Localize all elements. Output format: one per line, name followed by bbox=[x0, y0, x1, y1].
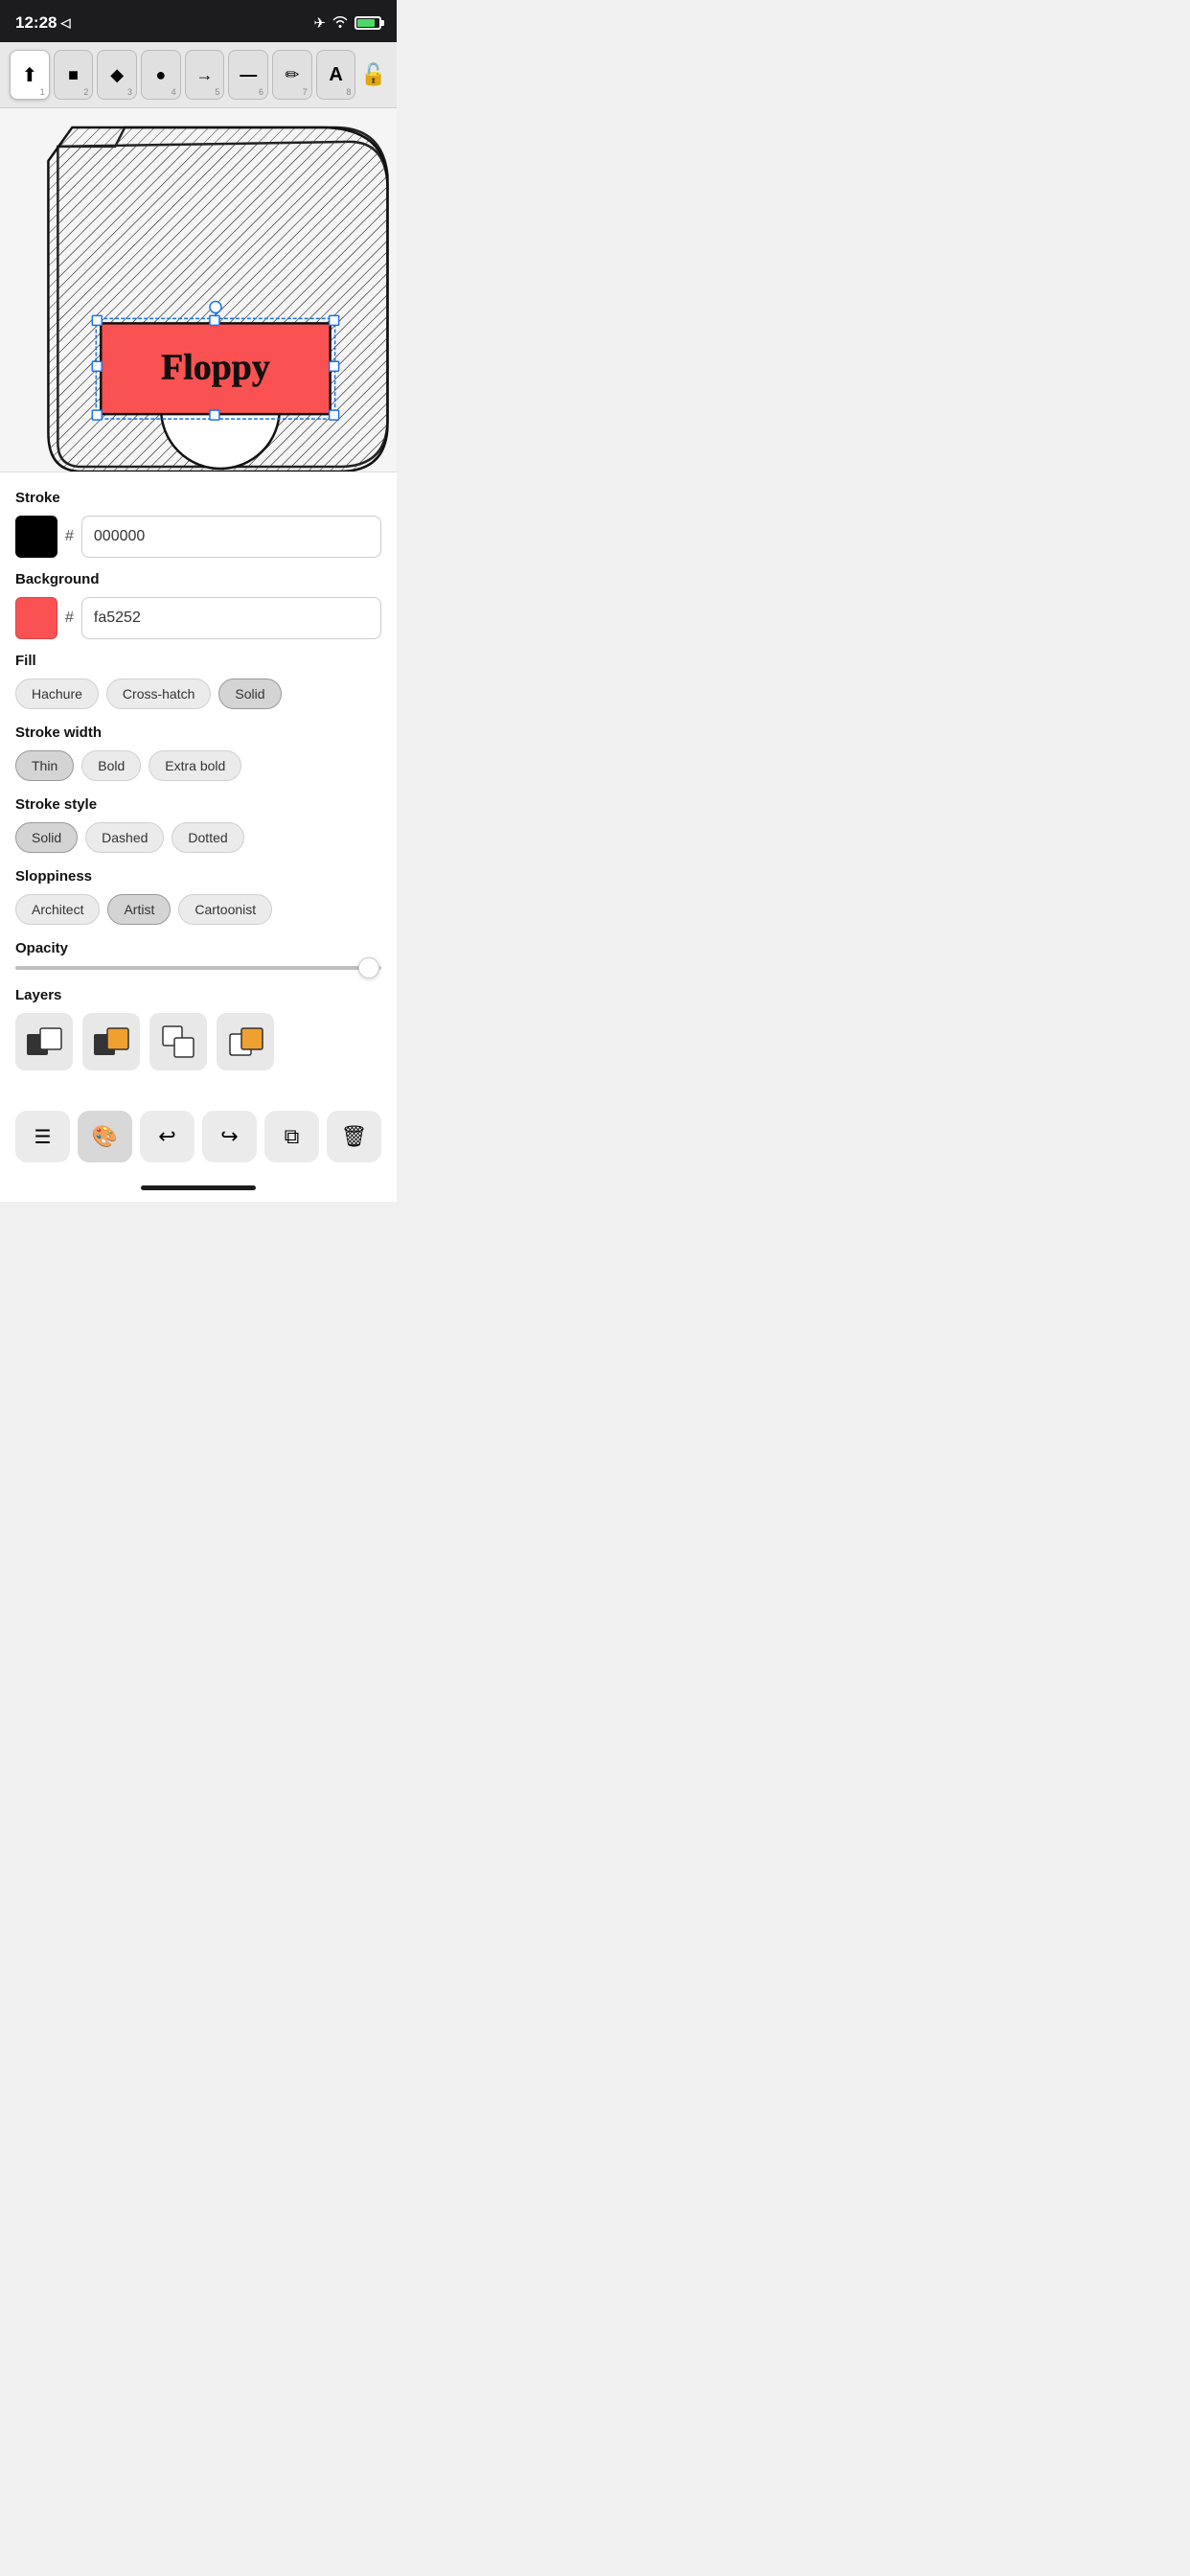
tool-line[interactable]: — 6 bbox=[228, 50, 268, 100]
lock-icon: 🔓 bbox=[360, 62, 386, 87]
menu-icon: ☰ bbox=[34, 1125, 52, 1149]
canvas-area[interactable]: Floppy bbox=[0, 108, 397, 472]
layers-label: Layers bbox=[15, 987, 381, 1003]
airplane-icon: ✈ bbox=[313, 14, 326, 32]
sloppiness-artist[interactable]: Artist bbox=[107, 894, 171, 925]
ellipse-icon: ● bbox=[155, 65, 166, 85]
opacity-slider-fill bbox=[15, 966, 363, 970]
layer-item-4[interactable] bbox=[217, 1013, 274, 1070]
location-icon: ◁ bbox=[60, 15, 70, 31]
rect-icon: ■ bbox=[68, 65, 79, 85]
status-bar: 12:28 ◁ ✈ bbox=[0, 0, 397, 42]
stroke-solid[interactable]: Solid bbox=[15, 822, 78, 853]
properties-panel: Stroke # Background # Fill Hachure Cross… bbox=[0, 472, 397, 1103]
wifi-icon bbox=[332, 14, 349, 32]
background-color-row: # bbox=[15, 597, 381, 639]
tool-number-4: 4 bbox=[172, 87, 176, 97]
tool-rect[interactable]: ■ 2 bbox=[54, 50, 94, 100]
tool-number-1: 1 bbox=[40, 87, 45, 97]
delete-button[interactable]: 🗑 bbox=[327, 1111, 381, 1162]
stroke-color-input[interactable] bbox=[81, 516, 381, 558]
duplicate-icon: ⧉ bbox=[285, 1124, 300, 1149]
tool-pencil[interactable]: ✏ 7 bbox=[272, 50, 312, 100]
stroke-hash: # bbox=[65, 528, 74, 545]
tool-ellipse[interactable]: ● 4 bbox=[141, 50, 181, 100]
duplicate-button[interactable]: ⧉ bbox=[264, 1111, 319, 1162]
layer-icons bbox=[15, 1013, 381, 1070]
background-hash: # bbox=[65, 610, 74, 627]
undo-icon: ↩ bbox=[158, 1124, 175, 1149]
opacity-slider-thumb[interactable] bbox=[358, 957, 379, 978]
tool-arrow[interactable]: → 5 bbox=[185, 50, 225, 100]
style-button[interactable]: 🎨 bbox=[78, 1111, 132, 1162]
canvas-svg: Floppy bbox=[0, 108, 397, 472]
text-icon: A bbox=[329, 64, 342, 86]
stroke-width-options: Thin Bold Extra bold bbox=[15, 750, 381, 781]
sloppiness-architect[interactable]: Architect bbox=[15, 894, 100, 925]
opacity-label: Opacity bbox=[15, 940, 381, 956]
tool-number-7: 7 bbox=[303, 87, 308, 97]
stroke-label: Stroke bbox=[15, 490, 381, 506]
layer-item-3[interactable] bbox=[149, 1013, 207, 1070]
stroke-width-label: Stroke width bbox=[15, 724, 381, 741]
home-indicator bbox=[0, 1178, 397, 1202]
layers-section: Layers bbox=[15, 987, 381, 1070]
tool-select[interactable]: ⬆ 1 bbox=[10, 50, 50, 100]
layer-item-2[interactable] bbox=[82, 1013, 140, 1070]
menu-button[interactable]: ☰ bbox=[15, 1111, 70, 1162]
style-icon: 🎨 bbox=[92, 1124, 118, 1149]
background-color-input[interactable] bbox=[81, 597, 381, 639]
stroke-extra-bold[interactable]: Extra bold bbox=[149, 750, 241, 781]
undo-button[interactable]: ↩ bbox=[140, 1111, 195, 1162]
stroke-dashed[interactable]: Dashed bbox=[85, 822, 164, 853]
fill-label: Fill bbox=[15, 653, 381, 669]
stroke-style-label: Stroke style bbox=[15, 796, 381, 813]
pencil-icon: ✏ bbox=[285, 65, 299, 85]
stroke-color-row: # bbox=[15, 516, 381, 558]
fill-solid[interactable]: Solid bbox=[218, 678, 281, 709]
sloppiness-label: Sloppiness bbox=[15, 868, 381, 885]
select-icon: ⬆ bbox=[21, 63, 37, 87]
stroke-dotted[interactable]: Dotted bbox=[172, 822, 243, 853]
stroke-bold[interactable]: Bold bbox=[81, 750, 141, 781]
delete-icon: 🗑 bbox=[341, 1124, 368, 1149]
status-time: 12:28 ◁ bbox=[15, 13, 70, 33]
status-icons: ✈ bbox=[313, 14, 381, 32]
stroke-color-swatch[interactable] bbox=[15, 516, 57, 558]
diamond-icon: ◆ bbox=[110, 65, 124, 85]
toolbar: ⬆ 1 ■ 2 ◆ 3 ● 4 → 5 — 6 ✏ 7 A 8 🔓 bbox=[0, 42, 397, 108]
background-color-swatch[interactable] bbox=[15, 597, 57, 639]
tool-text[interactable]: A 8 bbox=[316, 50, 356, 100]
line-icon: — bbox=[240, 65, 257, 85]
sloppiness-options: Architect Artist Cartoonist bbox=[15, 894, 381, 925]
tool-lock[interactable]: 🔓 bbox=[359, 50, 387, 100]
tool-number-2: 2 bbox=[83, 87, 88, 97]
tool-number-6: 6 bbox=[259, 87, 263, 97]
fill-options: Hachure Cross-hatch Solid bbox=[15, 678, 381, 709]
action-bar: ☰ 🎨 ↩ ↪ ⧉ 🗑 bbox=[0, 1103, 397, 1178]
opacity-section: Opacity bbox=[15, 940, 381, 970]
redo-icon: ↪ bbox=[220, 1124, 238, 1149]
opacity-slider-track[interactable] bbox=[15, 966, 381, 970]
fill-crosshatch[interactable]: Cross-hatch bbox=[106, 678, 211, 709]
sloppiness-cartoonist[interactable]: Cartoonist bbox=[178, 894, 272, 925]
redo-button[interactable]: ↪ bbox=[202, 1111, 257, 1162]
battery-icon bbox=[355, 16, 381, 30]
layer-item-1[interactable] bbox=[15, 1013, 73, 1070]
tool-number-8: 8 bbox=[346, 87, 351, 97]
stroke-thin[interactable]: Thin bbox=[15, 750, 74, 781]
tool-number-5: 5 bbox=[215, 87, 219, 97]
home-bar bbox=[141, 1185, 256, 1190]
arrow-icon: → bbox=[196, 65, 214, 85]
tool-diamond[interactable]: ◆ 3 bbox=[97, 50, 137, 100]
time-display: 12:28 bbox=[15, 13, 57, 33]
background-label: Background bbox=[15, 571, 381, 587]
fill-hachure[interactable]: Hachure bbox=[15, 678, 99, 709]
stroke-style-options: Solid Dashed Dotted bbox=[15, 822, 381, 853]
tool-number-3: 3 bbox=[127, 87, 132, 97]
svg-text:Floppy: Floppy bbox=[161, 347, 270, 387]
